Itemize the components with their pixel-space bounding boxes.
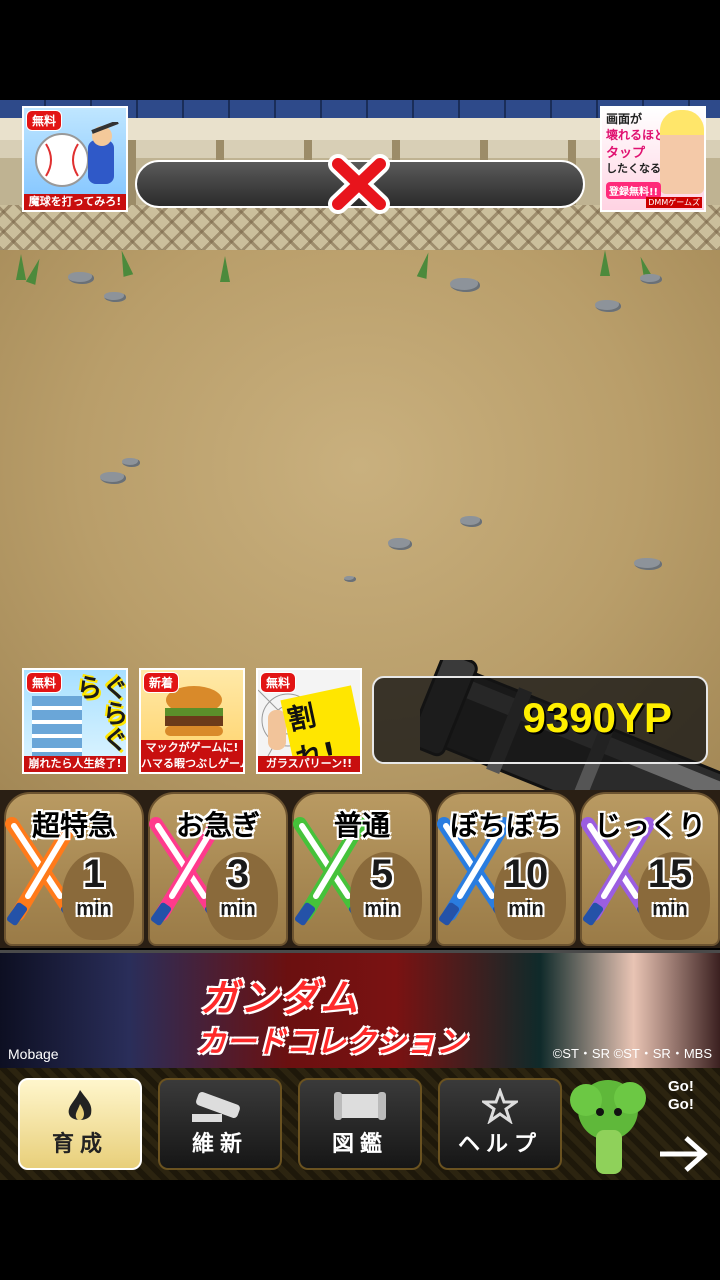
banner-brand: Mobage bbox=[8, 1046, 59, 1062]
speed-button-2[interactable]: 普通 5 min bbox=[292, 792, 432, 946]
broccoli-mascot[interactable] bbox=[568, 1070, 718, 1178]
ad-brand: DMMゲームズ bbox=[646, 197, 702, 208]
speed-label: ぼちぼち bbox=[449, 809, 562, 842]
go-text-1: Go! bbox=[668, 1078, 694, 1095]
ad-caption: 崩れたら人生終了! bbox=[24, 756, 126, 772]
speed-unit: min bbox=[76, 898, 112, 920]
nav-label: 維新 bbox=[191, 1132, 248, 1157]
speed-unit: min bbox=[220, 898, 256, 920]
ad-caption-1: マックがゲームに! bbox=[141, 740, 243, 756]
points-display: 9390YP bbox=[372, 676, 708, 764]
ad-glass-game[interactable]: 割れ! 無料 ガラスパリーン!! bbox=[256, 668, 362, 774]
speed-label: お急ぎ bbox=[175, 809, 260, 842]
speed-button-0[interactable]: 超特急 1 min bbox=[4, 792, 144, 946]
ad-burger-game[interactable]: 新着 マックがゲームに! ハマる暇つぶしゲーム bbox=[139, 668, 245, 774]
banner-subtitle: カードコレクション bbox=[196, 1025, 466, 1060]
ad-line3: タップ bbox=[606, 146, 646, 161]
ad-tag: 無料 bbox=[26, 672, 63, 693]
speed-minutes: 5 bbox=[370, 852, 394, 896]
speed-unit: min bbox=[508, 898, 544, 920]
ad-tag: 無料 bbox=[26, 110, 63, 131]
gundam-banner-ad[interactable]: ガンダム カードコレクション Mobage ©ST・SR ©ST・SR・MBS bbox=[0, 950, 720, 1068]
points-value: 9390YP bbox=[522, 694, 672, 741]
ad-caption-2: ハマる暇つぶしゲーム bbox=[141, 756, 243, 772]
go-go-label: Go! Go! bbox=[668, 1078, 694, 1114]
speed-button-4[interactable]: じっくり 15 min bbox=[580, 792, 720, 946]
ad-line4: したくなる! bbox=[606, 162, 667, 175]
speed-minutes: 10 bbox=[503, 852, 549, 896]
close-x-icon bbox=[328, 154, 390, 214]
ad-tag: 無料 bbox=[260, 672, 297, 693]
nav-restoration-button[interactable]: 維新 bbox=[158, 1078, 282, 1170]
go-text-2: Go! bbox=[668, 1096, 694, 1113]
banner-copyright: ©ST・SR ©ST・SR・MBS bbox=[552, 1046, 712, 1061]
ad-tower-game[interactable]: ぐらぐら 無料 崩れたら人生終了! bbox=[22, 668, 128, 774]
ad-line2: 壊れるほど bbox=[606, 128, 667, 142]
speed-minutes: 1 bbox=[82, 852, 106, 896]
speed-unit: min bbox=[652, 898, 688, 920]
banner-title: ガンダム bbox=[200, 976, 361, 1020]
anime-girl-icon bbox=[660, 110, 704, 194]
speed-minutes: 3 bbox=[226, 852, 250, 896]
speed-unit: min bbox=[364, 898, 400, 920]
nav-help-button[interactable]: ヘルプ bbox=[438, 1078, 562, 1170]
ad-caption: ガラスパリーン!! bbox=[258, 756, 360, 772]
speed-label: じっくり bbox=[593, 809, 706, 842]
ad-tap-game[interactable]: 画面が 壊れるほど タップ したくなる! 登録無料!! DMMゲームズ bbox=[600, 106, 706, 212]
baseball-icon bbox=[35, 122, 119, 187]
ad-line1: 画面が bbox=[606, 112, 643, 126]
arrow-right-icon bbox=[660, 1136, 708, 1172]
speed-minutes: 15 bbox=[647, 852, 693, 896]
nav-label: 図鑑 bbox=[331, 1132, 388, 1157]
speed-label: 超特急 bbox=[31, 809, 116, 842]
nav-training-button[interactable]: 育成 bbox=[18, 1078, 142, 1170]
ad-caption: 魔球を打ってみろ! bbox=[24, 194, 126, 210]
ad-tag: 新着 bbox=[143, 672, 180, 693]
nav-label: 育成 bbox=[51, 1132, 108, 1157]
nav-encyclopedia-button[interactable]: 図鑑 bbox=[298, 1078, 422, 1170]
nav-label: ヘルプ bbox=[457, 1132, 542, 1157]
ad-baseball-game[interactable]: 無料 魔球を打ってみろ! bbox=[22, 106, 128, 212]
speed-button-1[interactable]: お急ぎ 3 min bbox=[148, 792, 288, 946]
speed-button-3[interactable]: ぼちぼち 10 min bbox=[436, 792, 576, 946]
speed-label: 普通 bbox=[333, 809, 390, 842]
